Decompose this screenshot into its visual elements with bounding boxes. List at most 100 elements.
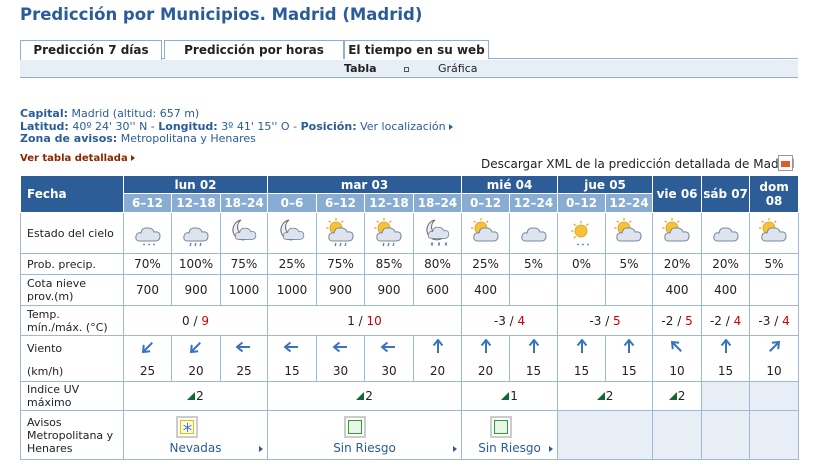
sky-state-cell	[267, 212, 317, 254]
uv-cell: 2	[266, 381, 463, 411]
wind-direction-cell	[220, 335, 268, 362]
temp-cell: -3 / 5	[557, 305, 654, 336]
ver-localizacion-text: Ver localización	[360, 119, 446, 133]
snow-level-cell	[509, 274, 559, 306]
wind-speed-cell: 15	[509, 361, 559, 382]
temp-cell: 1 / 10	[266, 305, 463, 336]
precip-cell: 20%	[701, 253, 751, 275]
temp-max: 5	[613, 313, 621, 328]
warning-name[interactable]: Nevadas	[124, 441, 267, 455]
temp-min: 1	[347, 313, 355, 328]
tab-tiempo-en-su-web[interactable]: El tiempo en su web	[344, 40, 489, 59]
longitud-label: Longitud:	[158, 119, 218, 133]
xml-file-icon[interactable]	[778, 155, 793, 171]
no-risk-icon	[344, 416, 366, 438]
temp-min: -3	[493, 313, 506, 328]
warning-cell-empty	[701, 410, 751, 460]
sky-state-cell	[220, 212, 268, 254]
sun-cloud-rain-icon	[373, 217, 405, 250]
uv-cell: 2	[123, 381, 268, 411]
period-header: 12–24	[509, 193, 559, 213]
info-separator: -	[293, 119, 298, 133]
snow-level-cell: 400	[652, 274, 703, 306]
wind-speed-cell: 20	[412, 361, 463, 382]
wind-arrow-icon	[526, 338, 542, 358]
day-header: vie 06	[652, 175, 703, 213]
snow-level-cell: 400	[461, 274, 511, 306]
temp-cell: -3 / 4	[461, 305, 559, 336]
wind-speed-cell: 10	[652, 361, 703, 382]
warning-cell-empty	[557, 410, 654, 460]
snow-level-cell	[605, 274, 654, 306]
avisos-label-line2: Metropolitana y	[27, 428, 114, 442]
wind-arrow-icon	[478, 338, 494, 358]
precip-cell: 75%	[220, 253, 268, 275]
uv-number: 2	[196, 389, 204, 403]
uv-flag-icon	[501, 392, 510, 400]
wind-arrow-icon	[766, 341, 782, 358]
warning-cell[interactable]: Nevadas	[123, 410, 268, 460]
zona-value: Metropolitana y Henares	[120, 132, 256, 145]
snowflake-icon	[176, 416, 198, 438]
cloud-icon	[518, 226, 550, 250]
tab-prediccion-por-horas[interactable]: Predicción por horas	[164, 40, 344, 59]
wind-direction-cell	[605, 335, 654, 362]
sky-state-cell	[171, 212, 221, 254]
wind-arrow-icon	[140, 342, 156, 358]
warning-cell-empty	[749, 410, 800, 460]
snow-level-cell: 900	[364, 274, 414, 306]
capital-value: Madrid (altitud: 657 m)	[71, 107, 200, 120]
wind-arrow-icon	[718, 338, 734, 358]
temp-cell: 0 / 9	[123, 305, 268, 336]
warning-name[interactable]: Sin Riesgo	[462, 441, 557, 455]
uv-number: 2	[365, 389, 373, 403]
arrow-right-icon	[130, 155, 135, 161]
cloud-rain-icon	[180, 226, 212, 250]
longitud-value: 3º 41' 15'' O	[221, 119, 290, 133]
arrow-right-icon	[259, 446, 263, 452]
wind-speed-cell: 25	[220, 361, 268, 382]
sun-cloud-icon	[613, 217, 645, 250]
sky-state-cell	[461, 212, 511, 254]
download-xml-link[interactable]: Descargar XML de la predicción detallada…	[481, 157, 794, 171]
period-header: 18–24	[412, 193, 463, 213]
warning-cell[interactable]: Sin Riesgo	[267, 410, 463, 460]
temp-sep: /	[189, 313, 202, 328]
subtab-grafica[interactable]: Gráfica	[438, 62, 478, 75]
day-header: dom 08	[749, 175, 800, 213]
temp-sep: /	[601, 313, 614, 328]
period-header: 0–6	[267, 193, 317, 213]
sky-state-cell	[412, 212, 463, 254]
warning-cell[interactable]: Sin Riesgo	[461, 410, 559, 460]
precip-cell: 5%	[509, 253, 559, 275]
temp-max: 4	[517, 313, 526, 328]
sky-state-cell	[316, 212, 365, 254]
latitud-label: Latitud:	[20, 119, 69, 133]
uv-flag-icon	[356, 392, 365, 400]
sun-cloud-icon	[661, 217, 693, 250]
temp-sep: /	[673, 313, 686, 328]
period-header: 12–24	[605, 193, 654, 213]
snow-level-cell: 1000	[220, 274, 268, 306]
temp-max: 10	[366, 313, 382, 328]
wind-arrow-icon	[188, 342, 204, 358]
warning-name[interactable]: Sin Riesgo	[268, 441, 461, 455]
day-header: mar 03	[266, 175, 463, 194]
temp-sep: /	[770, 313, 783, 328]
precip-cell: 100%	[171, 253, 221, 275]
tab-prediccion-7-dias[interactable]: Predicción 7 días	[20, 40, 162, 60]
ver-tabla-detallada-link[interactable]: Ver tabla detallada	[20, 153, 135, 164]
snow-level-cell: 1000	[267, 274, 317, 306]
uv-value: 2	[356, 389, 373, 403]
avisos-label-line3: Henares	[27, 441, 73, 455]
subtab-tabla[interactable]: Tabla	[344, 62, 377, 75]
ver-localizacion-link[interactable]: Ver localización	[360, 119, 453, 133]
moon-cloud-icon	[276, 219, 308, 250]
precip-cell: 25%	[461, 253, 511, 275]
arrow-right-icon	[453, 446, 458, 452]
temp-min: -3	[758, 313, 771, 328]
temp-cell: -2 / 4	[701, 305, 751, 336]
snow-level-cell: 900	[171, 274, 221, 306]
temp-min: -2	[661, 313, 674, 328]
sky-state-cell	[652, 212, 703, 254]
